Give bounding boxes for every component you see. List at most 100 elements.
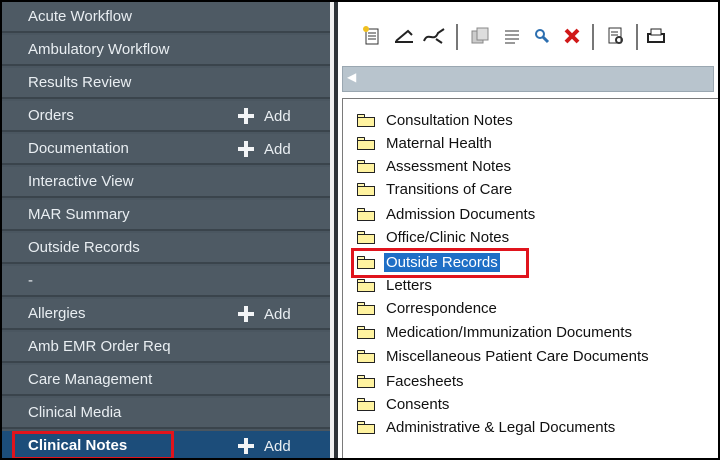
folder-label: Admission Documents xyxy=(386,205,536,223)
list-icon[interactable] xyxy=(500,24,524,48)
folder-icon xyxy=(357,325,375,339)
folder-label: Consultation Notes xyxy=(386,111,513,129)
nav-item-mar-summary[interactable]: MAR Summary xyxy=(2,200,330,231)
notes-panel: ◀ Consultation Notes Maternal Health Ass… xyxy=(338,2,718,458)
nav-item-acute-workflow[interactable]: Acute Workflow xyxy=(2,2,330,33)
folder-icon xyxy=(357,301,375,315)
toolbar-separator xyxy=(456,24,458,50)
nav-item-label: Allergies xyxy=(28,305,86,322)
add-label: Add xyxy=(264,437,291,455)
sidebar-nav: Acute Workflow Ambulatory Workflow Resul… xyxy=(2,2,330,458)
nav-item-label: Acute Workflow xyxy=(28,8,132,25)
nav-item-label: Results Review xyxy=(28,74,132,91)
folder-icon xyxy=(357,255,375,269)
nav-item-clinical-media[interactable]: Clinical Media xyxy=(2,398,330,429)
tree-folder-item[interactable]: Consultation Notes xyxy=(357,109,515,131)
print-icon[interactable] xyxy=(644,24,668,48)
tree-folder-item[interactable]: Admission Documents xyxy=(357,203,537,225)
folder-icon xyxy=(357,136,375,150)
folder-icon xyxy=(357,420,375,434)
nav-item-clinical-notes[interactable]: Clinical Notes Add xyxy=(2,431,330,458)
folder-icon xyxy=(357,182,375,196)
nav-item-label: Outside Records xyxy=(28,239,140,256)
nav-item-amb-emr-order-req[interactable]: Amb EMR Order Req xyxy=(2,332,330,363)
folder-icon xyxy=(357,397,375,411)
delete-icon[interactable] xyxy=(560,24,584,48)
tree-folder-item-selected[interactable]: Outside Records xyxy=(357,251,500,273)
nav-item-label: Interactive View xyxy=(28,173,134,190)
folder-icon xyxy=(357,374,375,388)
plus-icon xyxy=(238,438,254,454)
folder-icon xyxy=(357,349,375,363)
new-note-icon[interactable] xyxy=(360,24,384,48)
nav-item-allergies[interactable]: Allergies Add xyxy=(2,299,330,330)
folder-label: Outside Records xyxy=(384,252,500,272)
nav-item-label: Documentation xyxy=(28,140,129,157)
nav-item-results-review[interactable]: Results Review xyxy=(2,68,330,99)
plus-icon xyxy=(238,108,254,124)
clinical-notes-add-button[interactable]: Add xyxy=(238,436,291,456)
nav-item-label: Clinical Media xyxy=(28,404,122,421)
nav-item-documentation[interactable]: Documentation Add xyxy=(2,134,330,165)
copy-icon[interactable] xyxy=(468,24,492,48)
sign-icon[interactable] xyxy=(392,24,416,48)
nav-item-label: Ambulatory Workflow xyxy=(28,41,170,58)
tree-folder-item[interactable]: Maternal Health xyxy=(357,132,494,154)
folder-label: Administrative & Legal Documents xyxy=(386,418,616,436)
app-window: Acute Workflow Ambulatory Workflow Resul… xyxy=(0,0,720,460)
add-label: Add xyxy=(264,107,291,125)
folder-icon xyxy=(357,230,375,244)
folder-label: Letters xyxy=(386,276,432,294)
add-label: Add xyxy=(264,140,291,158)
tree-folder-item[interactable]: Letters xyxy=(357,274,434,296)
folder-label: Facesheets xyxy=(386,372,464,390)
tree-folder-item[interactable]: Office/Clinic Notes xyxy=(357,226,511,248)
folder-label: Assessment Notes xyxy=(386,157,512,175)
tree-folder-item[interactable]: Facesheets xyxy=(357,370,466,392)
nav-item-label: - xyxy=(28,272,33,289)
allergies-add-button[interactable]: Add xyxy=(238,304,291,324)
nav-item-label: Clinical Notes xyxy=(28,437,128,454)
scroll-left-icon[interactable]: ◀ xyxy=(347,70,356,84)
documentation-add-button[interactable]: Add xyxy=(238,139,291,159)
folder-label: Office/Clinic Notes xyxy=(386,228,510,246)
folder-icon xyxy=(357,159,375,173)
folder-icon xyxy=(357,113,375,127)
nav-item-orders[interactable]: Orders Add xyxy=(2,101,330,132)
nav-item-label: Care Management xyxy=(28,371,153,388)
folder-label: Maternal Health xyxy=(386,134,492,152)
notes-toolbar xyxy=(338,2,718,62)
plus-icon xyxy=(238,141,254,157)
toolbar-separator xyxy=(592,24,594,50)
folder-label: Medication/Immunization Documents xyxy=(386,323,632,341)
nav-item-label: Orders xyxy=(28,107,74,124)
folder-label: Miscellaneous Patient Care Documents xyxy=(386,347,649,365)
nav-item-label: MAR Summary xyxy=(28,206,130,223)
add-label: Add xyxy=(264,305,291,323)
preview-icon[interactable] xyxy=(604,24,628,48)
nav-item-label: Amb EMR Order Req xyxy=(28,338,171,355)
nav-item-separator[interactable]: - xyxy=(2,266,330,297)
forward-icon[interactable] xyxy=(422,24,446,48)
nav-item-ambulatory-workflow[interactable]: Ambulatory Workflow xyxy=(2,35,330,66)
tree-folder-item[interactable]: Assessment Notes xyxy=(357,155,513,177)
folder-label: Consents xyxy=(386,395,450,413)
tree-folder-item[interactable]: Consents xyxy=(357,393,451,415)
search-icon[interactable] xyxy=(530,24,554,48)
folder-icon xyxy=(357,207,375,221)
plus-icon xyxy=(238,306,254,322)
tree-folder-item[interactable]: Medication/Immunization Documents xyxy=(357,321,634,343)
tree-folder-item[interactable]: Administrative & Legal Documents xyxy=(357,416,617,438)
tree-folder-item[interactable]: Miscellaneous Patient Care Documents xyxy=(357,345,651,367)
nav-item-interactive-view[interactable]: Interactive View xyxy=(2,167,330,198)
document-folder-tree: Consultation Notes Maternal Health Asses… xyxy=(342,98,718,458)
orders-add-button[interactable]: Add xyxy=(238,106,291,126)
folder-label: Correspondence xyxy=(386,299,497,317)
tree-folder-item[interactable]: Correspondence xyxy=(357,297,499,319)
folder-icon xyxy=(357,278,375,292)
nav-item-outside-records[interactable]: Outside Records xyxy=(2,233,330,264)
toolbar-separator xyxy=(636,24,638,50)
horizontal-scrollbar[interactable]: ◀ xyxy=(342,66,714,92)
nav-item-care-management[interactable]: Care Management xyxy=(2,365,330,396)
tree-folder-item[interactable]: Transitions of Care xyxy=(357,178,514,200)
